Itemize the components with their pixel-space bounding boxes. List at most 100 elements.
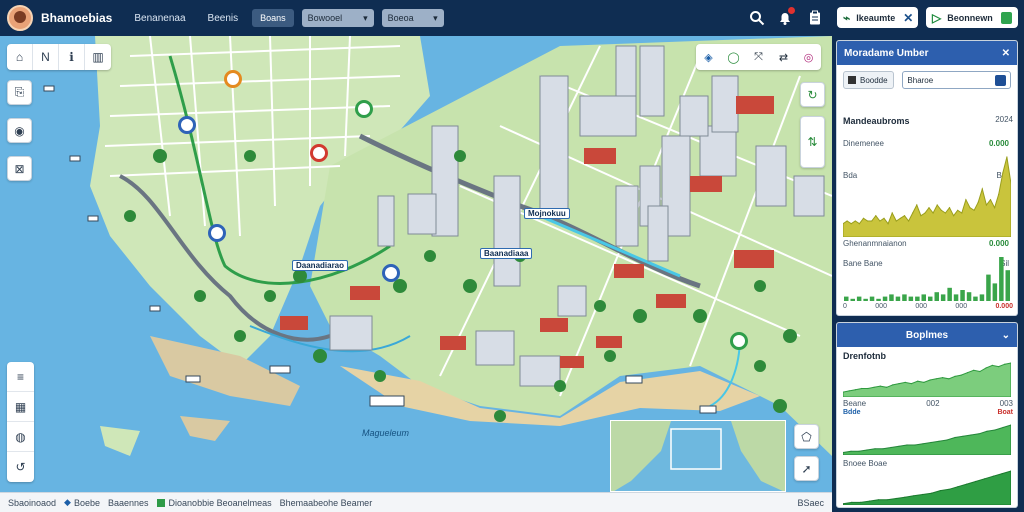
area-point (858, 450, 860, 452)
map-pin-green[interactable] (355, 100, 373, 118)
area-point (908, 220, 910, 222)
expand-icon[interactable]: ⬠ (794, 424, 819, 449)
clipboard-icon[interactable] (804, 7, 826, 29)
stats-value-1: Boat (997, 409, 1013, 416)
list-icon[interactable]: ≡ (7, 362, 34, 392)
status-bar: Sbaoinoaod ◆ Boebe Baaennes Dioanobbie Be… (0, 492, 832, 512)
map-pin-blue-3[interactable] (382, 264, 400, 282)
area-point (998, 366, 1000, 368)
map-pin-blue[interactable] (178, 116, 196, 134)
refresh-icon[interactable]: ↻ (800, 82, 825, 107)
status-square-icon (1000, 11, 1012, 24)
water-label: Magueleum (362, 428, 410, 438)
user-avatar[interactable] (7, 5, 33, 31)
minimap-canvas (611, 421, 785, 491)
info-icon[interactable]: ℹ (59, 44, 85, 70)
area-point (848, 390, 850, 392)
bar (934, 292, 939, 301)
filter-button[interactable]: ⌁ Ikeaumte ✕ (837, 7, 918, 28)
map-pin-green-2[interactable] (730, 332, 748, 350)
map-pin-orange[interactable] (224, 70, 242, 88)
area-point (879, 220, 881, 222)
area-series (843, 470, 1011, 505)
area-point (946, 439, 948, 441)
section-header: Mandeaubroms 2024 (843, 115, 1013, 127)
layers-icon[interactable]: ▥ (85, 44, 111, 70)
city-map[interactable]: Daanadiarao Baanadiaaa Mojnokuu Magueleu… (0, 36, 832, 492)
confirm-button[interactable]: ▷ Beonnewn (926, 7, 1018, 28)
area-point (850, 223, 852, 225)
map-pin-red[interactable] (310, 144, 328, 162)
share-icon[interactable]: ⇄ (771, 44, 796, 70)
area-point (899, 217, 901, 219)
analytics-card-title: Moradame Umber (844, 47, 929, 59)
nav-link-one[interactable]: Benanenaa (134, 13, 185, 24)
bar (1005, 270, 1010, 301)
section-year: 2024 (995, 115, 1013, 124)
stats-value-0: Bdde (843, 409, 861, 416)
stats-axis-2: 003 (999, 399, 1013, 408)
map-pin-blue-2[interactable] (208, 224, 226, 242)
nav-active-button[interactable]: Boans (252, 9, 294, 27)
analytics-select[interactable]: Boodde (843, 71, 895, 89)
zoom-control[interactable]: ⇅ (800, 116, 825, 168)
analytics-card: Moradame Umber ✕ Boodde Bharoe Mandeaubr… (836, 40, 1018, 316)
area-point (922, 443, 924, 445)
axis-right: 0.000 (995, 303, 1013, 310)
target-icon[interactable]: ◎ (796, 44, 821, 70)
area-point (948, 488, 950, 490)
home-icon[interactable]: ⌂ (7, 44, 33, 70)
rotate-icon[interactable]: ↺ (7, 452, 34, 482)
area-point (877, 499, 879, 501)
search-icon[interactable] (995, 74, 1006, 86)
area-point (962, 435, 964, 437)
minimap[interactable] (610, 420, 786, 492)
bar (953, 294, 959, 301)
status-item-one-label: Boebe (73, 497, 100, 508)
circle-icon[interactable]: ◯ (721, 44, 746, 70)
area-point (898, 383, 900, 385)
map-label-two[interactable]: Baanadiaaa (480, 248, 533, 259)
map-label-three[interactable]: Mojnokuu (524, 208, 570, 219)
notification-icon[interactable] (774, 7, 796, 29)
area-point (904, 381, 906, 383)
analytics-search-input[interactable]: Bharoe (902, 71, 1011, 89)
nav-select-one[interactable]: Bowooel ▾ (301, 9, 374, 27)
stack-icon[interactable]: ⎘ (7, 80, 32, 105)
stats-value-row: Bdde Boat (843, 409, 1013, 416)
close-icon[interactable]: ✕ (1002, 48, 1010, 59)
bar (960, 290, 965, 301)
area-point (954, 436, 956, 439)
chevron-down-icon: ▾ (363, 12, 368, 23)
area-point (851, 501, 853, 503)
compass-icon[interactable]: ➚ (794, 456, 819, 481)
drop-icon[interactable]: ◈ (696, 44, 721, 70)
nav-select-two[interactable]: Boeoa ▾ (381, 9, 444, 27)
map-label-one[interactable]: Daanadiarao (292, 260, 349, 271)
measure-icon[interactable]: ⊠ (7, 156, 32, 181)
area-point (883, 217, 885, 219)
status-item-three: Dioanobbie Beoanelmeas (156, 498, 272, 508)
location-icon[interactable]: ◉ (7, 118, 32, 143)
chevron-down-icon[interactable]: ⌄ (1002, 330, 1010, 341)
analytics-card-header: Moradame Umber ✕ (837, 41, 1017, 65)
area-point (992, 475, 994, 477)
route-icon[interactable]: ⤧ (746, 44, 771, 70)
area-point (887, 223, 889, 225)
top-bar: Bhamoebias Benanenaa Beenis Boans Bowooe… (0, 0, 1024, 36)
north-icon[interactable]: N (33, 44, 59, 70)
nav-link-two[interactable]: Beenis (208, 13, 239, 24)
area-point (970, 434, 972, 436)
bar (921, 294, 926, 301)
area-point (991, 364, 993, 366)
area-point (846, 220, 848, 222)
area-point (920, 215, 922, 217)
grid-icon[interactable]: ▦ (7, 392, 34, 422)
area-point (948, 207, 951, 209)
pin-icon[interactable]: ◍ (7, 422, 34, 452)
search-icon[interactable] (746, 7, 768, 29)
trend-area-chart (843, 156, 1011, 237)
area-point (957, 209, 959, 211)
area-point (969, 207, 971, 209)
area-series (843, 156, 1011, 237)
